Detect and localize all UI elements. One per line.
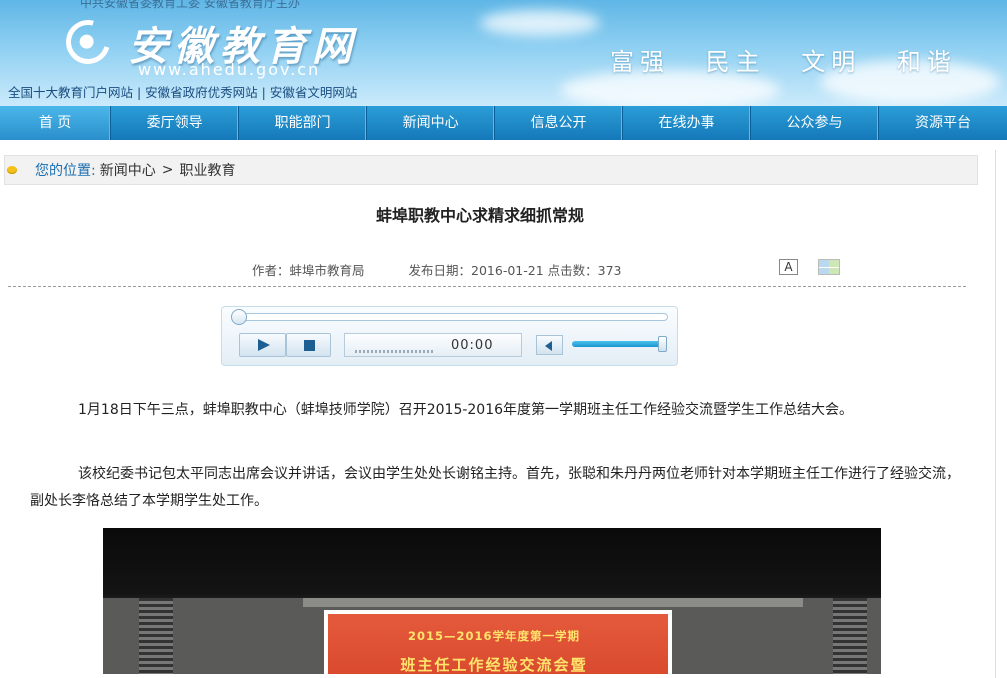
nav-item-departments[interactable]: 职能部门	[239, 106, 368, 140]
main-nav: 首 页 委厅领导 职能部门 新闻中心 信息公开 在线办事 公众参与 资源平台	[0, 106, 1007, 140]
play-button[interactable]	[239, 333, 286, 357]
slogan-word: 民主	[705, 48, 766, 76]
nav-item-online-services[interactable]: 在线办事	[623, 106, 752, 140]
nav-item-leaders[interactable]: 委厅领导	[111, 106, 240, 140]
nav-item-participation[interactable]: 公众参与	[751, 106, 880, 140]
stop-button[interactable]	[286, 333, 331, 357]
article-title: 蚌埠职教中心求精求细抓常规	[375, 206, 584, 225]
slogan-word: 富强	[610, 48, 670, 76]
nav-item-disclosure[interactable]: 信息公开	[495, 106, 624, 140]
nav-item-home[interactable]: 首 页	[0, 106, 112, 140]
volume-slider[interactable]	[572, 341, 664, 347]
font-size-button[interactable]: A	[779, 259, 798, 275]
photo-vent	[139, 598, 173, 674]
nav-item-resources[interactable]: 资源平台	[879, 106, 1007, 140]
article-paragraph: 该校纪委书记包太平同志出席会议并讲话，会议由学生处处长谢铭主持。首先，张聪和朱丹…	[30, 466, 960, 509]
article-meta: 作者：蚌埠市教育局 发布日期：2016-01-21 点击数：373	[252, 260, 622, 279]
volume-handle[interactable]	[658, 336, 667, 352]
site-header: 中共安徽省委教育工委 安徽省教育厅主办 安徽教育网 www.ahedu.gov.…	[0, 0, 1007, 106]
slide-line-1: 2015—2016学年度第一学期	[407, 629, 580, 643]
seek-bar[interactable]	[231, 309, 668, 325]
nav-item-news[interactable]: 新闻中心	[367, 106, 496, 140]
article-author: 作者：蚌埠市教育局	[252, 263, 365, 278]
site-url: www.ahedu.gov.cn	[138, 60, 321, 79]
slide-line-2: 班主任工作经验交流会暨	[400, 656, 588, 674]
volume-icon[interactable]	[536, 335, 563, 355]
buffer-indicator	[355, 350, 433, 353]
cloud-decoration	[480, 10, 600, 36]
photo-beam	[303, 598, 803, 607]
breadcrumb-link-news[interactable]: 新闻中心	[100, 160, 156, 180]
audio-player: 00:00	[221, 306, 678, 366]
sponsor-line: 中共安徽省委教育工委 安徽省教育厅主办	[80, 0, 300, 10]
breadcrumb-separator: >	[161, 162, 174, 178]
page: 中共安徽省委教育工委 安徽省教育厅主办 安徽教育网 www.ahedu.gov.…	[0, 0, 1007, 678]
projection-screen: 2015—2016学年度第一学期 班主任工作经验交流会暨	[324, 610, 672, 674]
breadcrumb-link-vocational[interactable]: 职业教育	[179, 160, 235, 180]
slogan-word: 和谐	[896, 48, 957, 76]
photo-vent	[833, 598, 867, 674]
site-honors: 全国十大教育门户网站 | 安徽省政府优秀网站 | 安徽省文明网站	[8, 85, 358, 100]
slogan-word: 文明	[801, 48, 862, 76]
meta-divider	[8, 286, 966, 287]
current-time: 00:00	[451, 338, 494, 353]
breadcrumb-label: 您的位置:	[35, 163, 96, 179]
page-scrollbar[interactable]	[995, 150, 1001, 678]
article-paragraph: 1月18日下午三点，蚌埠职教中心（蚌埠技师学院）召开2015-2016年度第一学…	[78, 402, 854, 418]
time-display: 00:00	[344, 333, 522, 357]
site-logo-icon[interactable]	[57, 11, 119, 73]
seek-handle[interactable]	[231, 309, 247, 325]
article-publish-info: 发布日期：2016-01-21 点击数：373	[408, 263, 622, 278]
background-color-icon[interactable]	[818, 259, 840, 275]
article-photo: 2015—2016学年度第一学期 班主任工作经验交流会暨	[103, 528, 881, 674]
bullet-icon	[7, 166, 17, 174]
slogan: 富强 民主 文明 和谐	[610, 42, 979, 77]
breadcrumb: 您的位置: 新闻中心 > 职业教育	[4, 155, 978, 185]
